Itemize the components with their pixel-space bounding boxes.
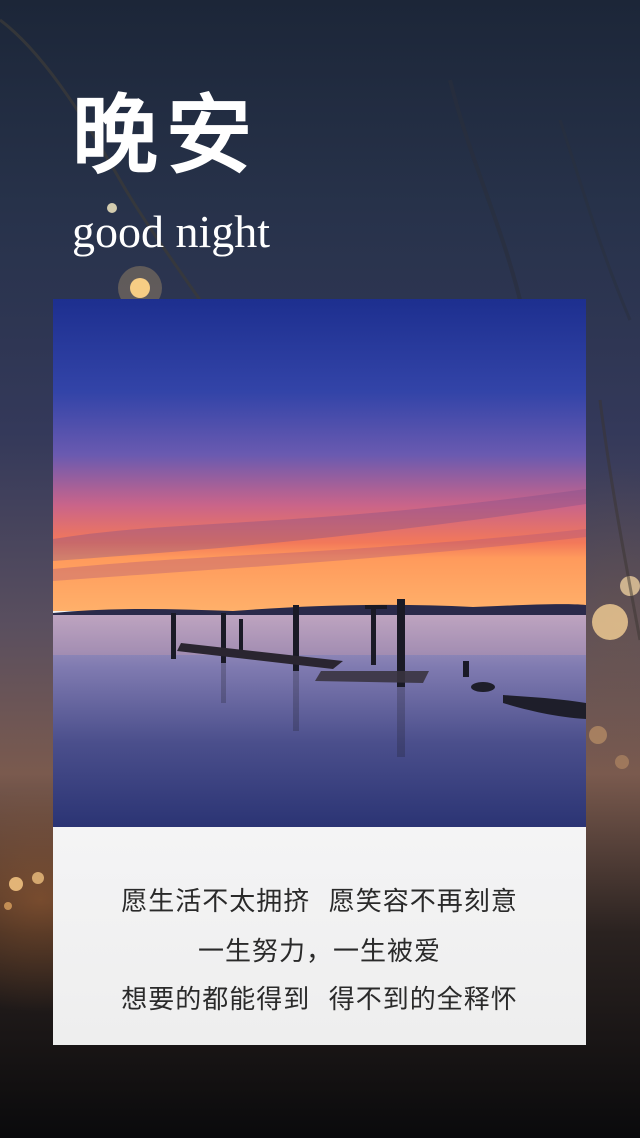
quote-line-3: 想要的都能得到 得不到的全释怀	[121, 985, 518, 1015]
sunset-pier-photo	[53, 299, 586, 827]
quote-line-2: 一生努力，一生被爱	[197, 937, 441, 967]
quote-panel: 愿生活不太拥挤 愿笑容不再刻意 一生努力，一生被爱 想要的都能得到 得不到的全释…	[53, 827, 586, 1045]
title-english: good night	[72, 206, 271, 257]
title-chinese: 晚安	[72, 85, 260, 186]
photo-card: 愿生活不太拥挤 愿笑容不再刻意 一生努力，一生被爱 想要的都能得到 得不到的全释…	[53, 299, 586, 1045]
quote-line-1: 愿生活不太拥挤 愿笑容不再刻意	[121, 887, 518, 917]
